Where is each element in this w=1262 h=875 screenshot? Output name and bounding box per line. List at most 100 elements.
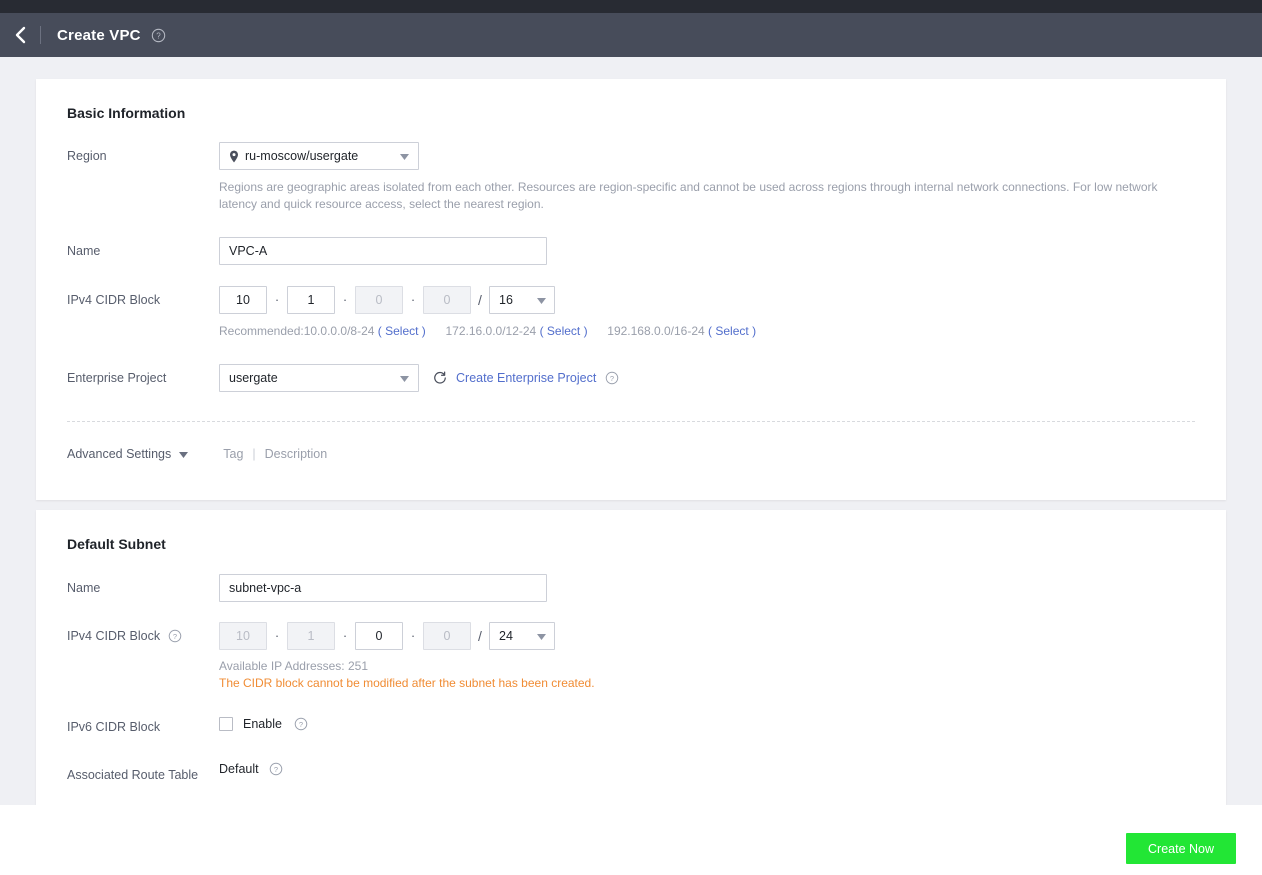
recommended-range-2: 172.16.0.0/12-24 [445, 324, 537, 338]
cidr-dot-separator: · [342, 292, 348, 307]
subnet-name-row: Name [36, 574, 1226, 602]
subnet-cidr-octet-1 [219, 622, 267, 650]
advanced-settings-toggle[interactable]: Advanced Settings [67, 447, 189, 461]
region-hint: Regions are geographic areas isolated fr… [219, 180, 1158, 211]
default-subnet-card: Default Subnet Name IPv4 CIDR Block ? [36, 510, 1226, 810]
subnet-cidr-octet-4 [423, 622, 471, 650]
region-label: Region [67, 149, 107, 163]
route-table-help-button[interactable]: ? [269, 762, 283, 776]
tab-tag[interactable]: Tag [223, 447, 243, 461]
vpc-cidr-octet-1[interactable] [219, 286, 267, 314]
cidr-dot-separator: · [410, 628, 416, 643]
cidr-dot-separator: · [342, 628, 348, 643]
cidr-dot-separator: · [274, 628, 280, 643]
subnet-cidr-mask-select[interactable]: 24 [489, 622, 555, 650]
advanced-settings-row: Advanced Settings Tag | Description [36, 447, 1226, 461]
page-footer: Create Now [0, 805, 1262, 875]
vpc-cidr-octet-3 [355, 286, 403, 314]
available-ip-addresses: Available IP Addresses: 251 [219, 659, 368, 673]
vpc-cidr-octet-4 [423, 286, 471, 314]
basic-section-title: Basic Information [67, 105, 186, 121]
vpc-name-input[interactable] [219, 237, 547, 265]
advanced-settings-tabs: Tag | Description [223, 447, 327, 461]
associated-route-table-row: Associated Route Table Default ? [36, 761, 1226, 783]
vpc-name-row: Name [36, 237, 1226, 265]
basic-divider [67, 421, 1195, 422]
create-vpc-page: Create VPC ? Basic Information Region ru… [0, 0, 1262, 875]
subnet-cidr-warning: The CIDR block cannot be modified after … [219, 676, 595, 690]
question-circle-icon: ? [269, 762, 282, 776]
vpc-cidr-mask-select[interactable]: 16 [489, 286, 555, 314]
vpc-cidr-row: IPv4 CIDR Block · · · / 16 [36, 286, 1226, 338]
associated-route-table-value: Default [219, 762, 259, 776]
recommended-cidr-list: Recommended:10.0.0.0/8-24 ( Select ) 172… [219, 324, 1226, 338]
top-black-bar [0, 0, 1262, 13]
ipv6-enable-label: Enable [243, 717, 282, 731]
subnet-cidr-mask-value: 24 [499, 629, 513, 643]
cidr-dot-separator: · [274, 292, 280, 307]
vpc-cidr-octet-2[interactable] [287, 286, 335, 314]
recommended-range-3: 192.168.0.0/16-24 [607, 324, 705, 338]
recommended-select-2[interactable]: ( Select ) [540, 324, 588, 338]
tab-description[interactable]: Description [265, 447, 328, 461]
svg-text:?: ? [156, 31, 161, 40]
header-help-button[interactable]: ? [151, 28, 166, 43]
vpc-cidr-group: · · · / 16 [219, 286, 1226, 314]
vpc-name-label: Name [67, 244, 101, 258]
recommended-prefix: Recommended:10.0.0.0/8-24 [219, 324, 375, 338]
advanced-settings-label: Advanced Settings [67, 447, 172, 461]
chevron-down-icon [537, 293, 546, 307]
region-select[interactable]: ru-moscow/usergate [219, 142, 419, 170]
enterprise-project-select[interactable]: usergate [219, 364, 419, 392]
enterprise-project-row: Enterprise Project usergate Create Enter… [36, 364, 1226, 392]
question-circle-icon: ? [606, 371, 619, 385]
enterprise-project-label: Enterprise Project [67, 371, 167, 385]
chevron-down-icon [400, 371, 409, 385]
page-title: Create VPC [57, 26, 141, 44]
subnet-cidr-octet-2 [287, 622, 335, 650]
chevron-down-icon [400, 149, 409, 163]
page-body: Basic Information Region ru-moscow/userg… [0, 57, 1262, 810]
associated-route-table-label: Associated Route Table [67, 768, 199, 782]
create-enterprise-project-link[interactable]: Create Enterprise Project [456, 371, 596, 385]
chevron-down-icon [537, 629, 546, 643]
enterprise-project-value: usergate [229, 371, 278, 385]
cidr-slash: / [478, 292, 482, 308]
chevron-left-icon [15, 26, 26, 44]
subnet-cidr-group: · · · / 24 [219, 622, 1226, 650]
header-divider [40, 26, 41, 44]
question-circle-icon: ? [151, 28, 165, 42]
svg-text:?: ? [610, 374, 614, 383]
chevron-down-icon [179, 447, 189, 461]
subnet-section-title: Default Subnet [67, 536, 166, 552]
subnet-cidr-label-wrap: IPv4 CIDR Block ? [67, 622, 219, 644]
ipv6-enable-checkbox[interactable] [219, 717, 233, 731]
subnet-cidr-help-button[interactable]: ? [168, 629, 182, 643]
back-button[interactable] [0, 13, 40, 57]
subnet-name-label: Name [67, 581, 101, 595]
svg-text:?: ? [274, 765, 278, 774]
cidr-slash: / [478, 628, 482, 644]
recommended-select-1[interactable]: ( Select ) [378, 324, 426, 338]
subnet-cidr-label: IPv4 CIDR Block [67, 629, 161, 643]
subnet-name-input[interactable] [219, 574, 547, 602]
recommended-select-3[interactable]: ( Select ) [708, 324, 756, 338]
subnet-cidr-row: IPv4 CIDR Block ? · · [36, 622, 1226, 691]
ipv6-cidr-label: IPv6 CIDR Block [67, 720, 161, 734]
ipv6-cidr-row: IPv6 CIDR Block Enable ? [36, 713, 1226, 735]
subnet-cidr-octet-3[interactable] [355, 622, 403, 650]
question-circle-icon: ? [294, 717, 308, 731]
svg-text:?: ? [173, 632, 177, 641]
tab-separator: | [252, 447, 256, 461]
svg-text:?: ? [299, 720, 303, 729]
region-row: Region ru-moscow/usergate Regions are ge… [36, 142, 1226, 213]
enterprise-project-help-button[interactable]: ? [605, 371, 619, 385]
vpc-cidr-mask-value: 16 [499, 293, 513, 307]
ipv6-help-button[interactable]: ? [294, 717, 308, 731]
refresh-icon[interactable] [433, 371, 447, 385]
question-circle-icon: ? [168, 629, 182, 643]
create-now-button[interactable]: Create Now [1126, 833, 1236, 864]
vpc-cidr-label: IPv4 CIDR Block [67, 293, 161, 307]
page-header: Create VPC ? [0, 13, 1262, 57]
region-value: ru-moscow/usergate [245, 149, 359, 163]
